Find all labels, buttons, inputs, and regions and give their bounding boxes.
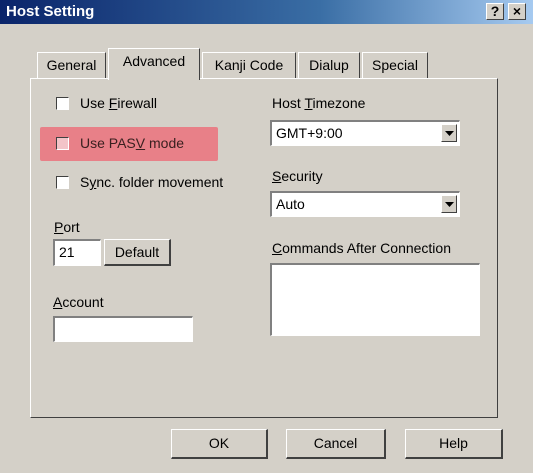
chevron-down-icon xyxy=(445,131,454,136)
close-button[interactable]: × xyxy=(508,3,526,20)
title-bar[interactable]: Host Setting ? × xyxy=(0,0,533,24)
tab-kanji-code[interactable]: Kanji Code xyxy=(202,52,296,78)
account-label: Account xyxy=(53,294,104,310)
use-pasv-label[interactable]: Use PASV mode xyxy=(80,135,184,151)
help-button[interactable]: Help xyxy=(405,429,503,459)
help-title-button[interactable]: ? xyxy=(486,3,504,20)
timezone-select[interactable]: GMT+9:00 xyxy=(270,120,460,146)
tab-advanced[interactable]: Advanced xyxy=(108,48,200,80)
port-input[interactable]: 21 xyxy=(53,239,101,266)
security-dropdown-arrow[interactable] xyxy=(441,195,457,213)
port-label: Port xyxy=(54,219,80,235)
sync-folder-checkbox[interactable] xyxy=(56,176,69,189)
security-label: Security xyxy=(272,168,323,184)
use-firewall-label[interactable]: Use Firewall xyxy=(80,95,157,111)
window-title: Host Setting xyxy=(6,3,95,20)
tab-dialup[interactable]: Dialup xyxy=(298,52,360,78)
sync-folder-label[interactable]: Sync. folder movement xyxy=(80,174,223,190)
timezone-dropdown-arrow[interactable] xyxy=(441,124,457,142)
cancel-button[interactable]: Cancel xyxy=(286,429,386,459)
commands-textarea[interactable] xyxy=(270,263,480,336)
ok-button[interactable]: OK xyxy=(171,429,268,459)
use-firewall-checkbox[interactable] xyxy=(56,97,69,110)
security-select[interactable]: Auto xyxy=(270,191,460,217)
tab-special[interactable]: Special xyxy=(362,52,428,78)
tab-general[interactable]: General xyxy=(37,52,106,78)
chevron-down-icon xyxy=(445,202,454,207)
host-setting-dialog: Host Setting ? × General Advanced Kanji … xyxy=(0,0,533,473)
use-pasv-checkbox[interactable] xyxy=(56,137,69,150)
account-input[interactable] xyxy=(53,316,193,342)
timezone-label: Host Timezone xyxy=(272,95,366,111)
commands-label: Commands After Connection xyxy=(272,240,451,256)
default-port-button[interactable]: Default xyxy=(104,239,171,266)
